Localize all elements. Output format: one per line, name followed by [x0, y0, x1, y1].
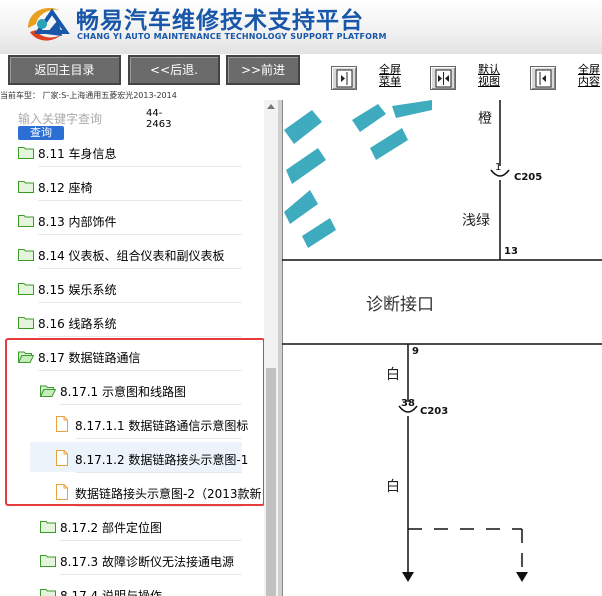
app-title: 畅易汽车维修技术支持平台 — [76, 8, 364, 34]
pin-38-label: 38 — [401, 398, 415, 409]
wire-color-white-1: 白 — [386, 367, 400, 383]
wiring-diagram: 橙 1 C205 浅绿 13 诊断接口 9 白 38 C203 白 — [282, 100, 602, 596]
tree-item-label: 8.16 线路系统 — [38, 317, 117, 331]
default-view-label[interactable]: 默认 视图 — [478, 64, 500, 88]
tree-item[interactable]: 8.12 座椅 — [0, 176, 264, 198]
wire-arrow-icon — [402, 572, 414, 582]
tree-item-label: 8.17.4 说明与操作 — [60, 589, 162, 596]
wiring-diagram-canvas — [282, 100, 602, 596]
search-button[interactable]: 查询 — [18, 126, 64, 140]
header-banner: 畅易汽车维修技术支持平台 CHANG YI AUTO MAINTENANCE T… — [0, 0, 602, 54]
watermark-graphic — [284, 100, 432, 248]
wire-color-orange: 橙 — [478, 111, 492, 127]
scroll-up-arrow-icon[interactable] — [267, 104, 275, 109]
wire-color-white-2: 白 — [386, 479, 400, 495]
folder-icon — [40, 555, 56, 567]
tree-item[interactable]: 8.15 娱乐系统 — [0, 278, 264, 300]
search-result-count: 44- 2463 — [146, 108, 171, 130]
tree-item[interactable]: 8.14 仪表板、组合仪表和副仪表板 — [0, 244, 264, 266]
full-content-label[interactable]: 全屏 内容 — [578, 64, 600, 88]
diagnostic-connector-title: 诊断接口 — [366, 295, 434, 315]
tree-divider — [38, 200, 242, 201]
tree-item-label: 8.17.3 故障诊断仪无法接通电源 — [60, 555, 234, 569]
highlight-annotation-box — [5, 338, 264, 506]
tree-item[interactable]: 8.11 车身信息 — [0, 142, 264, 164]
tree-item-label: 8.11 车身信息 — [38, 147, 117, 161]
default-view-button[interactable] — [430, 66, 456, 90]
tree-divider — [38, 234, 242, 235]
tree-item[interactable]: 8.17.4 说明与操作 — [0, 584, 264, 596]
forward-button[interactable]: >>前进 — [226, 55, 300, 85]
folder-icon — [18, 317, 34, 329]
tree-item-label: 8.17.2 部件定位图 — [60, 521, 162, 535]
tree-item[interactable]: 8.13 内部饰件 — [0, 210, 264, 232]
tree-item-label: 8.15 娱乐系统 — [38, 283, 117, 297]
wire-color-light-green: 浅绿 — [462, 213, 490, 229]
search-meta-line1: 44- — [146, 108, 163, 119]
tree-divider — [60, 574, 242, 575]
pin-1-label: 1 — [495, 162, 502, 173]
tree-item[interactable]: 8.16 线路系统 — [0, 312, 264, 334]
folder-icon — [18, 249, 34, 261]
full-menu-icon — [336, 69, 353, 88]
full-menu-label-line2: 菜单 — [379, 75, 401, 88]
catalog-tree-panel: 输入关键字查询 查询 44- 2463 8.11 车身信息 8.12 座椅 8.13… — [0, 100, 264, 596]
app-subtitle: CHANG YI AUTO MAINTENANCE TECHNOLOGY SUP… — [77, 32, 387, 41]
tree-scrollbar[interactable] — [264, 100, 278, 596]
full-content-button[interactable] — [530, 66, 556, 90]
toolbar: 返回主目录 <<后退. >>前进 全屏 菜单 默认 视图 全屏 内容 当前车型：… — [0, 54, 602, 100]
tree-item[interactable]: 8.17.2 部件定位图 — [0, 516, 264, 538]
tree-item[interactable]: 8.17.3 故障诊断仪无法接通电源 — [0, 550, 264, 572]
full-menu-button[interactable] — [331, 66, 357, 90]
search-input[interactable]: 输入关键字查询 — [18, 110, 133, 127]
pin-13-label: 13 — [504, 246, 518, 257]
tree-divider — [76, 506, 242, 507]
scroll-thumb[interactable] — [266, 368, 276, 596]
full-menu-label[interactable]: 全屏 菜单 — [379, 64, 401, 88]
logo-icon — [28, 8, 70, 41]
tree-divider — [38, 268, 242, 269]
tree-item-label: 8.14 仪表板、组合仪表和副仪表板 — [38, 249, 225, 263]
search-meta-line2: 2463 — [146, 119, 172, 130]
folder-icon — [18, 215, 34, 227]
folder-icon — [18, 181, 34, 193]
tree-item-label: 8.12 座椅 — [38, 181, 93, 195]
full-content-label-line2: 内容 — [578, 75, 600, 88]
default-view-label-line2: 视图 — [478, 75, 500, 88]
folder-icon — [40, 589, 56, 596]
connector-c203-label: C203 — [420, 406, 449, 417]
folder-icon — [18, 147, 34, 159]
back-to-main-button[interactable]: 返回主目录 — [8, 55, 121, 85]
pin-9-label: 9 — [412, 346, 419, 357]
tree-item-label: 8.13 内部饰件 — [38, 215, 117, 229]
folder-icon — [18, 283, 34, 295]
tree-divider — [38, 166, 242, 167]
full-content-icon — [535, 69, 552, 88]
tree-divider — [38, 336, 242, 337]
shield-arrow-icon — [516, 572, 528, 582]
default-view-icon — [435, 69, 452, 88]
app-window: 畅易汽车维修技术支持平台 CHANG YI AUTO MAINTENANCE T… — [0, 0, 602, 596]
folder-icon — [40, 521, 56, 533]
connector-c205-label: C205 — [514, 172, 543, 183]
tree-divider — [38, 302, 242, 303]
back-button[interactable]: <<后退. — [128, 55, 220, 85]
tree-divider — [60, 540, 242, 541]
